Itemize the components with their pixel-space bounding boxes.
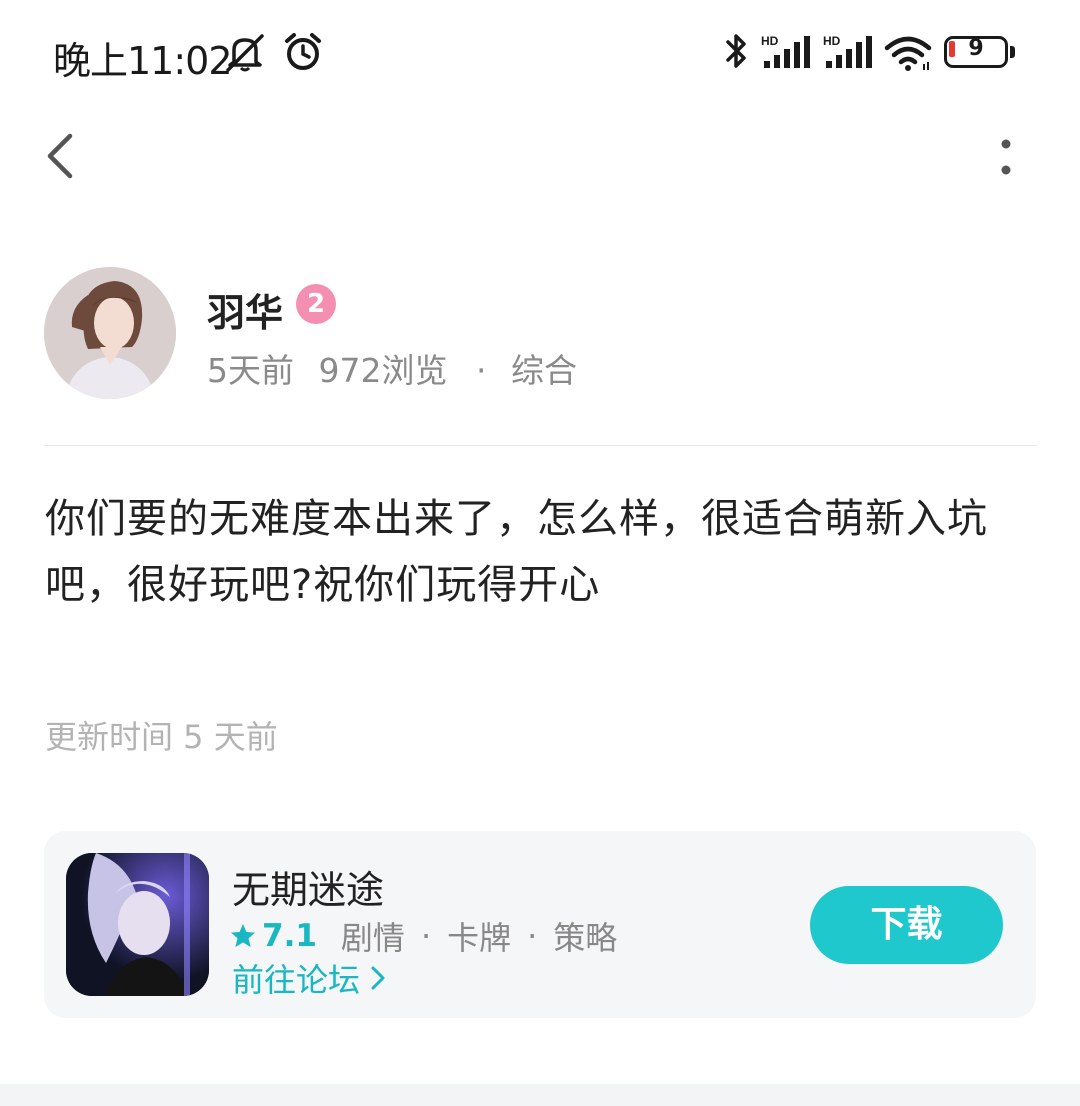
signal-hd-icon: HD (823, 34, 872, 68)
back-button[interactable] (38, 128, 88, 184)
status-time: 晚上11:02 (53, 39, 233, 83)
hd-label: HD (761, 34, 779, 48)
alarm-icon (285, 33, 321, 70)
bluetooth-icon (726, 34, 746, 68)
post-body: 你们要的无难度本出来了，怎么样，很适合萌新入坑吧，很好玩吧?祝你们玩得开心 (45, 496, 988, 608)
author-avatar[interactable] (44, 267, 176, 399)
bell-muted-icon (226, 34, 264, 72)
download-button[interactable]: 下载 (810, 886, 1003, 964)
author-name[interactable]: 羽华 (207, 282, 283, 337)
post-views: 972浏览 (318, 351, 448, 390)
game-tag: 剧情 (340, 919, 405, 957)
post-category[interactable]: 综合 (511, 351, 577, 390)
game-tag: 策略 (553, 919, 618, 957)
chevron-left-icon (47, 133, 73, 179)
game-icon[interactable] (66, 853, 209, 996)
divider (44, 445, 1037, 446)
meta-separator: · (476, 351, 487, 390)
wifi-icon (884, 36, 932, 71)
avatar-image (44, 267, 176, 399)
battery-level: 9 (968, 36, 984, 61)
more-button[interactable] (988, 130, 1024, 184)
game-name[interactable]: 无期迷途 (232, 859, 384, 914)
game-card[interactable]: 无期迷途 7.1 剧情 · 卡牌 · 策略 前往论坛 下载 (44, 831, 1036, 1018)
forum-link-label: 前往论坛 (232, 961, 361, 999)
game-rating-row: 7.1 剧情 · 卡牌 · 策略 (230, 913, 617, 959)
tag-separator: · (527, 917, 538, 955)
star-icon (231, 924, 255, 947)
level-badge: 2 (296, 284, 336, 324)
status-bar: 晚上11:02 HD HD 9 (0, 0, 1080, 100)
game-tag: 卡牌 (447, 919, 512, 957)
more-vertical-icon (1001, 139, 1011, 175)
post-meta: 5天前 972浏览 · 综合 (207, 344, 591, 392)
signal-hd-icon: HD (761, 34, 810, 68)
update-time: 更新时间 5 天前 (45, 718, 278, 756)
forum-link[interactable]: 前往论坛 (232, 955, 386, 1001)
battery-icon: 9 (944, 36, 1016, 68)
post-time: 5天前 (207, 351, 294, 390)
bottom-divider (0, 1084, 1080, 1106)
hd-label: HD (823, 34, 841, 48)
game-cover-image (66, 853, 209, 996)
tag-separator: · (420, 917, 432, 955)
chevron-right-icon (371, 966, 385, 990)
game-rating: 7.1 (262, 918, 317, 954)
